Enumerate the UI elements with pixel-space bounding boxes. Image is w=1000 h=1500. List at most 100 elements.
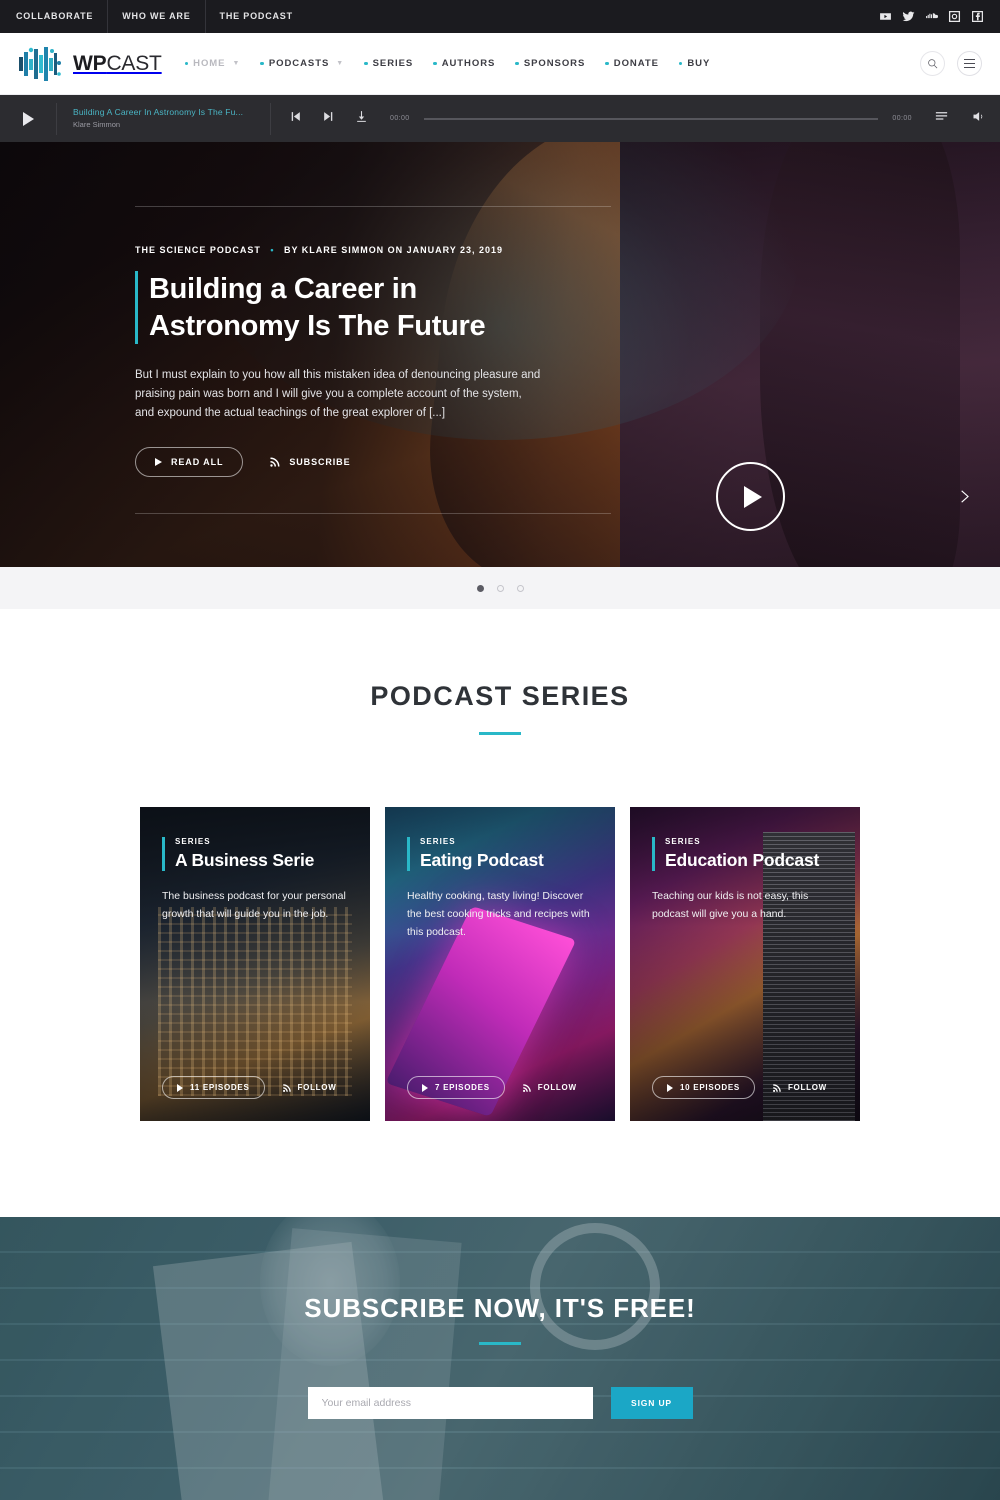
slider-dot-2[interactable] [496, 584, 504, 592]
hero-title[interactable]: Building a Career in Astronomy Is The Fu… [149, 271, 569, 344]
chevron-down-icon: ▼ [232, 60, 241, 67]
card-footer: 10 EPISODES FOLLOW [652, 1076, 838, 1099]
chevron-down-icon: ▼ [336, 60, 345, 67]
nav-item-sponsors[interactable]: SPONSORS [506, 58, 594, 69]
nav-label: HOME [193, 58, 226, 69]
episodes-button[interactable]: 7 EPISODES [407, 1076, 505, 1099]
play-triangle-icon [667, 1083, 673, 1092]
nav-item-series[interactable]: SERIES [355, 58, 422, 69]
hero-title-wrapper: Building a Career in Astronomy Is The Fu… [135, 271, 620, 345]
series-card-eating[interactable]: SERIES Eating Podcast Healthy cooking, t… [385, 807, 615, 1121]
header-actions [920, 51, 982, 76]
card-eyebrow: SERIES [175, 837, 211, 846]
card-title: Education Podcast [665, 850, 820, 870]
volume-icon[interactable] [971, 109, 986, 129]
follow-link[interactable]: FOLLOW [282, 1083, 337, 1093]
chevron-right-icon [960, 489, 969, 503]
player-track-title: Building A Career In Astronomy Is The Fu… [73, 107, 244, 118]
nav-item-podcasts[interactable]: PODCASTS ▼ [251, 58, 353, 69]
card-title: A Business Serie [175, 850, 315, 870]
player-seek-slider[interactable] [423, 117, 879, 120]
player-time-current: 00:00 [390, 115, 410, 122]
subscribe-form: SIGN UP [0, 1387, 1000, 1419]
rss-icon [270, 457, 280, 467]
follow-label: FOLLOW [297, 1083, 337, 1092]
hero-next-slide-arrow[interactable] [950, 482, 978, 510]
rss-icon [772, 1083, 781, 1092]
email-field[interactable] [307, 1387, 593, 1419]
hero-meta-separator: • [270, 245, 275, 255]
twitter-icon[interactable] [901, 10, 915, 24]
hero-actions: READ ALL SUBSCRIBE [135, 447, 620, 478]
card-body: SERIES Education Podcast Teaching our ki… [630, 807, 860, 923]
card-footer: 11 EPISODES FOLLOW [162, 1076, 348, 1099]
sign-up-button[interactable]: SIGN UP [610, 1387, 693, 1419]
next-track-icon[interactable] [322, 110, 335, 128]
nav-label: SPONSORS [523, 58, 586, 69]
hero-description: But I must explain to you how all this m… [135, 369, 541, 419]
instagram-icon[interactable] [947, 10, 961, 24]
download-icon[interactable] [355, 110, 368, 128]
play-triangle-icon [177, 1083, 183, 1092]
follow-link[interactable]: FOLLOW [772, 1083, 827, 1093]
previous-track-icon[interactable] [289, 110, 302, 128]
top-link-collaborate[interactable]: COLLABORATE [16, 0, 109, 33]
hero-category[interactable]: THE SCIENCE PODCAST [135, 245, 261, 255]
top-utility-links: COLLABORATE WHO WE ARE THE PODCAST [16, 0, 307, 33]
nav-item-donate[interactable]: DONATE [596, 58, 668, 69]
card-body: SERIES A Business Serie The business pod… [140, 807, 370, 923]
rss-icon [522, 1083, 531, 1092]
hero-play-button[interactable] [716, 462, 785, 531]
facebook-icon[interactable] [970, 10, 984, 24]
episodes-button[interactable]: 11 EPISODES [162, 1076, 265, 1099]
top-link-the-podcast[interactable]: THE PODCAST [206, 0, 307, 33]
read-all-button[interactable]: READ ALL [135, 447, 244, 478]
nav-label: SERIES [372, 58, 414, 69]
subscribe-section: SUBSCRIBE NOW, IT'S FREE! SIGN UP [0, 1217, 1000, 1500]
search-icon[interactable] [920, 51, 945, 76]
player-play-button[interactable] [14, 105, 42, 133]
logo-wordmark: WPCAST [73, 51, 162, 75]
player-track-author: Klare Simmon [73, 119, 121, 129]
series-card-education[interactable]: SERIES Education Podcast Teaching our ki… [630, 807, 860, 1121]
nav-item-buy[interactable]: BUY [670, 58, 719, 69]
youtube-icon[interactable] [878, 10, 892, 24]
top-utility-bar: COLLABORATE WHO WE ARE THE PODCAST [0, 0, 1000, 33]
nav-bullet-icon [605, 61, 609, 66]
playlist-icon[interactable] [934, 109, 949, 129]
hamburger-icon[interactable] [957, 51, 982, 76]
section-heading: PODCAST SERIES [370, 681, 630, 711]
nav-item-home[interactable]: HOME ▼ [176, 58, 250, 69]
player-progress-area: 00:00 00:00 [390, 115, 912, 122]
top-link-who-we-are[interactable]: WHO WE ARE [108, 0, 206, 33]
slider-dot-3[interactable] [516, 584, 524, 592]
nav-item-authors[interactable]: AUTHORS [424, 58, 504, 69]
card-description: Healthy cooking, tasty living! Discover … [407, 890, 590, 939]
slider-dot-1[interactable] [476, 584, 484, 592]
hero-divider-top [135, 206, 611, 207]
subscribe-title: SUBSCRIBE NOW, IT'S FREE! [304, 1293, 696, 1323]
hero-content: THE SCIENCE PODCAST • BY KLARE SIMMON ON… [0, 142, 620, 515]
hero-subscribe-link[interactable]: SUBSCRIBE [269, 456, 350, 468]
card-heading-wrapper: SERIES A Business Serie [162, 837, 348, 871]
card-footer: 7 EPISODES FOLLOW [407, 1076, 593, 1099]
series-card-list: SERIES A Business Serie The business pod… [0, 807, 1000, 1121]
card-eyebrow: SERIES [420, 837, 456, 846]
nav-bullet-icon [364, 61, 368, 66]
audio-player-bar: Building A Career In Astronomy Is The Fu… [0, 95, 1000, 142]
card-heading-wrapper: SERIES Education Podcast [652, 837, 838, 871]
card-body: SERIES Eating Podcast Healthy cooking, t… [385, 807, 615, 941]
subscribe-underline [479, 1342, 521, 1345]
nav-bullet-icon [260, 61, 264, 66]
episodes-label: 11 EPISODES [190, 1083, 250, 1092]
nav-label: DONATE [613, 58, 659, 69]
hero-divider-bottom [135, 513, 611, 515]
episodes-button[interactable]: 10 EPISODES [652, 1076, 755, 1099]
site-logo[interactable]: WPCAST [18, 46, 162, 81]
follow-link[interactable]: FOLLOW [522, 1083, 577, 1093]
soundcloud-icon[interactable] [924, 10, 938, 24]
series-card-business[interactable]: SERIES A Business Serie The business pod… [140, 807, 370, 1121]
nav-bullet-icon [515, 61, 519, 66]
hero-slider: THE SCIENCE PODCAST • BY KLARE SIMMON ON… [0, 142, 1000, 567]
nav-label: BUY [687, 58, 711, 69]
